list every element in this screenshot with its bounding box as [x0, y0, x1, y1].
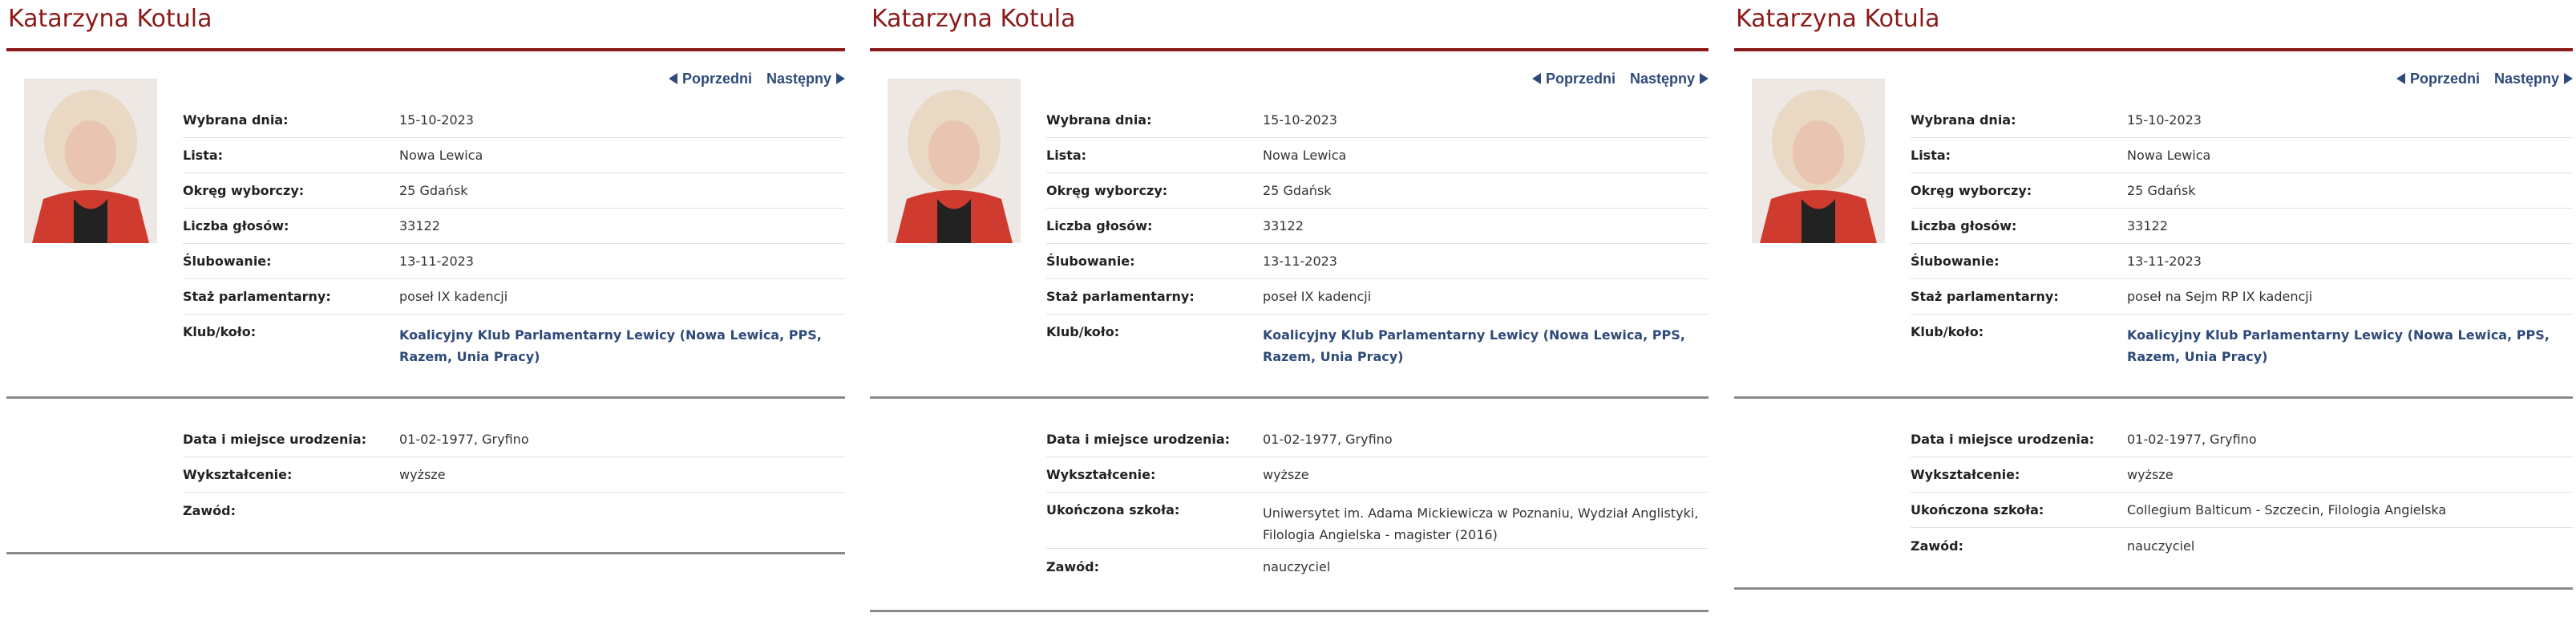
detail-row: Zawód:	[183, 502, 237, 518]
detail-row: Klub/koło: Koalicyjny Klub Parlamentarny …	[183, 315, 845, 371]
mp-details: Wybrana dnia: 15-10-2023 Lista: Nowa Lewic…	[183, 103, 845, 371]
section-divider	[870, 610, 1709, 612]
detail-row: Zawód: nauczyciel	[1046, 558, 1331, 574]
mp-photo	[888, 79, 1021, 243]
detail-row: Wybrana dnia: 15-10-2023	[1911, 103, 2573, 138]
detail-row: Wykształcenie: wyższe	[1911, 457, 2573, 493]
profile-panel-2: Katarzyna Kotula Poprzedni Następny Wybr…	[870, 0, 1709, 621]
pagination-nav: Poprzedni Następny	[668, 67, 845, 90]
mp-details: Wybrana dnia: 15-10-2023 Lista: Nowa Lewic…	[1911, 103, 2573, 371]
next-link[interactable]: Następny	[766, 71, 845, 87]
mp-bio: Data i miejsce urodzenia: 01-02-1977, Gry…	[1911, 422, 2573, 563]
next-link[interactable]: Następny	[2494, 71, 2573, 87]
prev-link[interactable]: Poprzedni	[2396, 71, 2480, 87]
mp-photo	[1752, 79, 1885, 243]
page-title: Katarzyna Kotula	[6, 0, 845, 51]
detail-row: Data i miejsce urodzenia: 01-02-1977, Gry…	[1046, 422, 1709, 457]
pagination-nav: Poprzedni Następny	[2396, 67, 2573, 90]
triangle-left-icon	[2396, 73, 2405, 84]
detail-row: Wykształcenie: wyższe	[1046, 457, 1709, 493]
detail-row: Ślubowanie: 13-11-2023	[183, 244, 845, 279]
prev-link[interactable]: Poprzedni	[1531, 71, 1616, 87]
triangle-right-icon	[1700, 73, 1709, 84]
triangle-right-icon	[836, 73, 845, 84]
club-link[interactable]: Koalicyjny Klub Parlamentarny Lewicy (No…	[399, 324, 845, 367]
detail-row: Wybrana dnia: 15-10-2023	[183, 103, 845, 138]
club-link[interactable]: Koalicyjny Klub Parlamentarny Lewicy (No…	[1263, 324, 1709, 367]
detail-row: Okręg wyborczy: 25 Gdańsk	[183, 173, 845, 209]
triangle-right-icon	[2564, 73, 2573, 84]
detail-row: Wybrana dnia: 15-10-2023	[1046, 103, 1709, 138]
triangle-left-icon	[1531, 73, 1541, 84]
profile-panel-3: Katarzyna Kotula Poprzedni Następny Wybr…	[1734, 0, 2573, 621]
detail-row: Okręg wyborczy: 25 Gdańsk	[1046, 173, 1709, 209]
detail-row: Liczba głosów: 33122	[1911, 209, 2573, 244]
detail-row: Okręg wyborczy: 25 Gdańsk	[1911, 173, 2573, 209]
detail-row: Data i miejsce urodzenia: 01-02-1977, Gry…	[183, 422, 845, 457]
detail-row: Ukończona szkoła: Collegium Balticum - Sz…	[1911, 493, 2573, 528]
next-link[interactable]: Następny	[1630, 71, 1709, 87]
detail-row: Wykształcenie: wyższe	[183, 457, 845, 493]
mp-bio: Data i miejsce urodzenia: 01-02-1977, Gry…	[1046, 422, 1709, 584]
section-divider	[6, 552, 845, 554]
detail-row: Klub/koło: Koalicyjny Klub Parlamentarny …	[1046, 315, 1709, 371]
detail-row: Ukończona szkoła: Uniwersytet im. Adama M…	[1046, 493, 1709, 549]
detail-row: Lista: Nowa Lewica	[1911, 138, 2573, 173]
detail-row: Klub/koło: Koalicyjny Klub Parlamentarny …	[1911, 315, 2573, 371]
profile-panel-1: Katarzyna Kotula Poprzedni Następny Wybr…	[6, 0, 845, 621]
detail-row: Data i miejsce urodzenia: 01-02-1977, Gry…	[1911, 422, 2573, 457]
pagination-nav: Poprzedni Następny	[1531, 67, 1709, 90]
detail-row: Ślubowanie: 13-11-2023	[1046, 244, 1709, 279]
detail-row: Lista: Nowa Lewica	[183, 138, 845, 173]
section-divider	[1734, 587, 2573, 590]
mp-details: Wybrana dnia: 15-10-2023 Lista: Nowa Lewic…	[1046, 103, 1709, 371]
detail-row: Liczba głosów: 33122	[183, 209, 845, 244]
section-divider	[870, 396, 1709, 399]
page-title: Katarzyna Kotula	[870, 0, 1709, 51]
detail-row: Staż parlamentarny: poseł IX kadencji	[183, 279, 845, 315]
section-divider	[6, 396, 845, 399]
detail-row: Ślubowanie: 13-11-2023	[1911, 244, 2573, 279]
prev-link[interactable]: Poprzedni	[668, 71, 752, 87]
page-title: Katarzyna Kotula	[1734, 0, 2573, 51]
mp-photo	[24, 79, 157, 243]
detail-row: Zawód: nauczyciel	[1911, 538, 2195, 554]
detail-row: Liczba głosów: 33122	[1046, 209, 1709, 244]
section-divider	[1734, 396, 2573, 399]
detail-row: Lista: Nowa Lewica	[1046, 138, 1709, 173]
club-link[interactable]: Koalicyjny Klub Parlamentarny Lewicy (No…	[2127, 324, 2573, 367]
mp-bio: Data i miejsce urodzenia: 01-02-1977, Gry…	[183, 422, 845, 528]
triangle-left-icon	[668, 73, 677, 84]
detail-row: Staż parlamentarny: poseł IX kadencji	[1046, 279, 1709, 315]
detail-row: Staż parlamentarny: poseł na Sejm RP IX k…	[1911, 279, 2573, 315]
